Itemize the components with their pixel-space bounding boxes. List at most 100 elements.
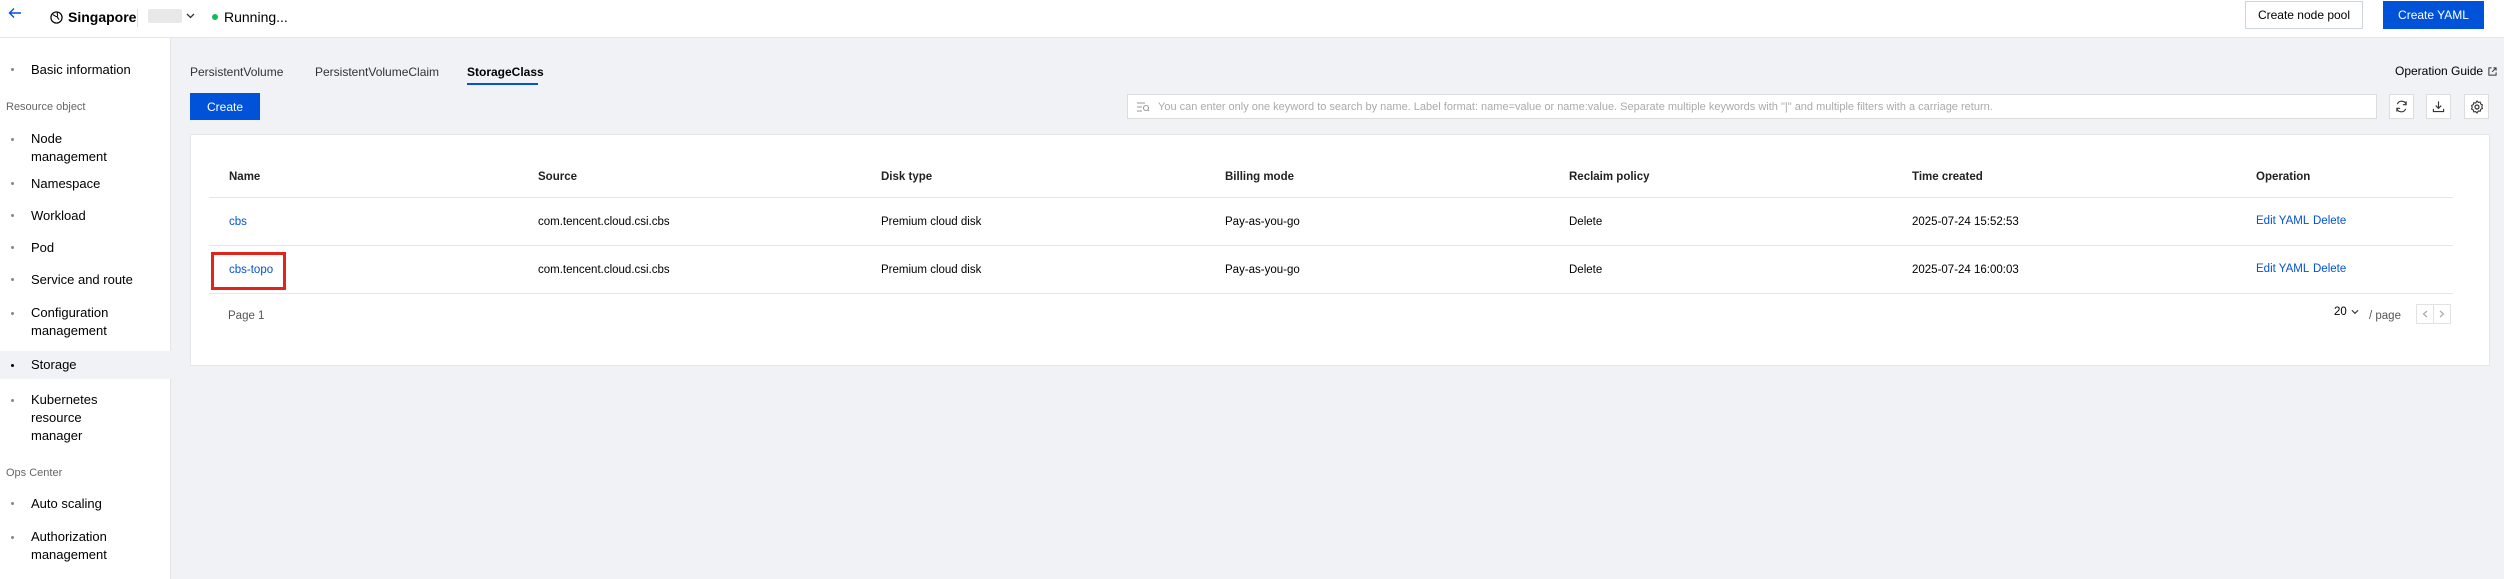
edit-yaml-link[interactable]: Edit YAML: [2256, 215, 2309, 227]
section-resource-object: Resource object: [6, 101, 86, 113]
billing-mode-cell: Pay-as-you-go: [1225, 264, 1300, 276]
tab-persistentvolumeclaim[interactable]: PersistentVolumeClaim: [315, 65, 439, 79]
tab-persistentvolume[interactable]: PersistentVolume: [190, 65, 283, 79]
settings-button[interactable]: [2464, 94, 2489, 119]
status-label: Running...: [224, 9, 288, 25]
time-created-cell: 2025-07-24 15:52:53: [1912, 216, 2019, 228]
bullet-icon: [11, 182, 14, 185]
search-box[interactable]: [1127, 94, 2377, 119]
sidebar-item-label: Basic information: [31, 62, 131, 77]
sidebar-item-basic-information[interactable]: Basic information: [0, 60, 171, 80]
sidebar: Basic information Resource object Node m…: [0, 38, 171, 579]
sidebar-item-workload[interactable]: Workload: [0, 206, 171, 226]
prev-page-button[interactable]: [2416, 304, 2434, 324]
download-icon: [2432, 101, 2445, 113]
sidebar-item-label: Pod: [31, 240, 55, 255]
region-label: Singapore: [68, 9, 137, 25]
disk-type-cell: Premium cloud disk: [881, 264, 982, 276]
sidebar-item-auto-scaling[interactable]: Auto scaling: [0, 494, 171, 514]
top-bar: Singapore Running... Create node pool Cr…: [0, 0, 2504, 38]
bullet-icon: [11, 278, 14, 281]
gear-icon: [2470, 99, 2483, 114]
sidebar-item-authorization-management[interactable]: Authorization management: [0, 526, 171, 564]
sidebar-item-label: Configuration management: [31, 305, 109, 338]
refresh-button[interactable]: [2389, 94, 2414, 119]
sidebar-item-namespace[interactable]: Namespace: [0, 174, 171, 194]
billing-mode-cell: Pay-as-you-go: [1225, 216, 1300, 228]
column-header-operation: Operation: [2256, 171, 2311, 183]
sidebar-item-configuration-management[interactable]: Configuration management: [0, 302, 171, 340]
time-created-cell: 2025-07-24 16:00:03: [1912, 264, 2019, 276]
chevron-down-icon: [2351, 309, 2359, 315]
bullet-icon: [11, 536, 14, 539]
row-divider: [209, 245, 2453, 246]
sidebar-item-label: Node management: [31, 131, 107, 164]
bullet-icon: [11, 364, 14, 367]
column-header-name: Name: [229, 171, 261, 183]
bullet-icon: [11, 138, 14, 141]
external-link-icon: [2488, 66, 2497, 76]
region-selector[interactable]: Singapore: [50, 9, 136, 25]
cluster-selector[interactable]: [148, 9, 195, 23]
sidebar-item-label: Storage: [31, 357, 77, 372]
globe-icon: [50, 10, 63, 24]
disk-type-cell: Premium cloud disk: [881, 216, 982, 228]
sidebar-item-label: Authorization management: [31, 529, 107, 562]
status-dot-icon: [212, 14, 218, 20]
search-input[interactable]: [1158, 100, 2376, 113]
next-page-button[interactable]: [2433, 304, 2451, 324]
chevron-left-icon: [2422, 310, 2428, 318]
sidebar-item-node-management[interactable]: Node management: [0, 128, 171, 166]
sidebar-item-pod[interactable]: Pod: [0, 238, 171, 258]
download-button[interactable]: [2426, 94, 2451, 119]
chevron-down-icon: [186, 13, 195, 19]
highlight-box: [211, 252, 286, 290]
edit-yaml-link[interactable]: Edit YAML: [2256, 263, 2309, 275]
sidebar-item-label: Namespace: [31, 176, 101, 191]
column-header-billing-mode: Billing mode: [1225, 171, 1294, 183]
cluster-status: Running...: [212, 9, 288, 25]
sidebar-item-label: Auto scaling: [31, 496, 102, 511]
column-header-source: Source: [538, 171, 577, 183]
bullet-icon: [11, 246, 14, 249]
row-divider: [209, 293, 2453, 294]
reclaim-policy-cell: Delete: [1569, 264, 1603, 276]
column-header-reclaim-policy: Reclaim policy: [1569, 171, 1650, 183]
operation-guide-label: Operation Guide: [2395, 64, 2484, 78]
arrow-left-icon[interactable]: [8, 6, 26, 26]
active-tab-indicator: [467, 83, 538, 85]
page-size-value: 20: [2334, 306, 2347, 318]
reclaim-policy-cell: Delete: [1569, 216, 1603, 228]
sidebar-item-storage[interactable]: Storage: [0, 351, 171, 379]
bullet-icon: [11, 312, 14, 315]
source-cell: com.tencent.cloud.csi.cbs: [538, 216, 670, 228]
page-indicator: Page 1: [228, 310, 265, 322]
bullet-icon: [11, 399, 14, 402]
create-node-pool-button[interactable]: Create node pool: [2245, 1, 2363, 29]
sidebar-item-kubernetes-resource-manager[interactable]: Kubernetes resource manager: [0, 389, 171, 445]
section-ops-center: Ops Center: [6, 467, 63, 479]
sidebar-item-label: Service and route: [31, 272, 133, 287]
bullet-icon: [11, 68, 14, 71]
create-yaml-button[interactable]: Create YAML: [2383, 1, 2484, 29]
sidebar-item-label: Workload: [31, 208, 86, 223]
delete-link[interactable]: Delete: [2313, 215, 2346, 227]
sidebar-item-label: Kubernetes resource manager: [31, 392, 98, 443]
operation-guide-link[interactable]: Operation Guide: [2395, 64, 2497, 78]
column-header-disk-type: Disk type: [881, 171, 933, 183]
per-page-label: / page: [2369, 310, 2401, 322]
filter-search-icon: [1128, 101, 1158, 113]
bullet-icon: [11, 214, 14, 217]
cluster-name-redacted: [148, 9, 182, 23]
delete-link[interactable]: Delete: [2313, 263, 2346, 275]
storageclass-name-link[interactable]: cbs: [229, 216, 247, 228]
column-header-time-created: Time created: [1912, 171, 1983, 183]
divider: [137, 9, 138, 27]
sidebar-item-service-and-route[interactable]: Service and route: [0, 270, 171, 290]
source-cell: com.tencent.cloud.csi.cbs: [538, 264, 670, 276]
refresh-icon: [2396, 100, 2407, 113]
page-size-selector[interactable]: 20: [2334, 306, 2359, 318]
storageclass-table-card: Name Source Disk type Billing mode Recla…: [190, 134, 2490, 366]
create-button[interactable]: Create: [190, 93, 260, 120]
tab-storageclass[interactable]: StorageClass: [467, 65, 544, 79]
